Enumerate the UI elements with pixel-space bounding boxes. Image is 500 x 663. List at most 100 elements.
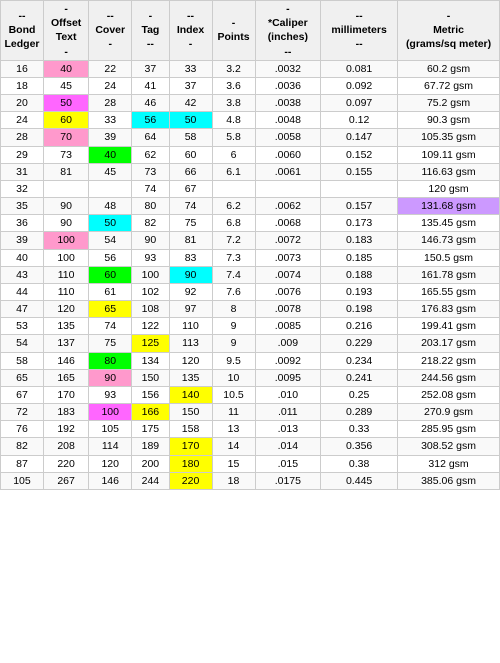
table-row: 54137751251139.0090.229203.17 gsm [1, 335, 500, 352]
cell-cover: 22 [89, 60, 132, 77]
cell-metric: 203.17 gsm [398, 335, 500, 352]
cell-caliper: .0076 [255, 283, 321, 300]
cell-caliper: .0062 [255, 198, 321, 215]
cell-points: 7.2 [212, 232, 255, 249]
cell-index: 150 [169, 404, 212, 421]
cell-caliper: .0060 [255, 146, 321, 163]
cell-index: 60 [169, 146, 212, 163]
cell-bond: 76 [1, 421, 44, 438]
cell-cover: 93 [89, 386, 132, 403]
cell-offset: 146 [43, 352, 88, 369]
cell-cover: 65 [89, 301, 132, 318]
cell-bond: 36 [1, 215, 44, 232]
cell-tag: 200 [132, 455, 169, 472]
cell-offset: 60 [43, 112, 88, 129]
table-row: 401005693837.3.00730.185150.5 gsm [1, 249, 500, 266]
cell-offset: 137 [43, 335, 88, 352]
cell-cover: 54 [89, 232, 132, 249]
cell-bond: 28 [1, 129, 44, 146]
table-row: 7218310016615011.0110.289270.9 gsm [1, 404, 500, 421]
cell-bond: 105 [1, 472, 44, 489]
cell-mm: 0.188 [321, 266, 398, 283]
cell-points: 6.2 [212, 198, 255, 215]
cell-index: 37 [169, 77, 212, 94]
cell-metric: 385.06 gsm [398, 472, 500, 489]
cell-mm: 0.241 [321, 369, 398, 386]
cell-caliper: .0048 [255, 112, 321, 129]
cell-mm: 0.157 [321, 198, 398, 215]
cell-points: 9 [212, 335, 255, 352]
cell-mm [321, 180, 398, 197]
cell-cover: 24 [89, 77, 132, 94]
cell-mm: 0.147 [321, 129, 398, 146]
cell-offset: 90 [43, 215, 88, 232]
cell-mm: 0.229 [321, 335, 398, 352]
cell-cover: 80 [89, 352, 132, 369]
cell-points: 7.3 [212, 249, 255, 266]
cell-bond: 32 [1, 180, 44, 197]
cell-mm: 0.25 [321, 386, 398, 403]
cell-caliper: .0078 [255, 301, 321, 318]
table-row: 53135741221109.00850.216199.41 gsm [1, 318, 500, 335]
cell-offset: 208 [43, 438, 88, 455]
cell-offset: 110 [43, 283, 88, 300]
cell-points: 7.6 [212, 283, 255, 300]
cell-caliper: .011 [255, 404, 321, 421]
cell-cover: 120 [89, 455, 132, 472]
cell-offset: 73 [43, 146, 88, 163]
cell-offset: 165 [43, 369, 88, 386]
table-row: 327467120 gsm [1, 180, 500, 197]
cell-mm: 0.33 [321, 421, 398, 438]
table-row: 20502846423.8.00380.09775.2 gsm [1, 95, 500, 112]
cell-tag: 74 [132, 180, 169, 197]
cell-points: 18 [212, 472, 255, 489]
cell-index: 74 [169, 198, 212, 215]
table-row: 29734062606.00600.152109.11 gsm [1, 146, 500, 163]
cell-mm: 0.216 [321, 318, 398, 335]
cell-index: 97 [169, 301, 212, 318]
cell-caliper: .0072 [255, 232, 321, 249]
cell-index: 75 [169, 215, 212, 232]
cell-points: 5.8 [212, 129, 255, 146]
cell-index: 113 [169, 335, 212, 352]
cell-cover: 75 [89, 335, 132, 352]
table-row: 10526714624422018.01750.445385.06 gsm [1, 472, 500, 489]
cell-bond: 18 [1, 77, 44, 94]
cell-bond: 87 [1, 455, 44, 472]
cell-caliper: .0074 [255, 266, 321, 283]
cell-mm: 0.289 [321, 404, 398, 421]
cell-points: 9.5 [212, 352, 255, 369]
cell-caliper: .0038 [255, 95, 321, 112]
cell-points: 9 [212, 318, 255, 335]
table-row: 4712065108978.00780.198176.83 gsm [1, 301, 500, 318]
cell-points: 4.8 [212, 112, 255, 129]
cell-caliper: .010 [255, 386, 321, 403]
cell-index: 120 [169, 352, 212, 369]
table-row: 8722012020018015.0150.38312 gsm [1, 455, 500, 472]
cell-tag: 102 [132, 283, 169, 300]
cell-bond: 65 [1, 369, 44, 386]
cell-metric: 161.78 gsm [398, 266, 500, 283]
cell-bond: 40 [1, 249, 44, 266]
cell-index: 83 [169, 249, 212, 266]
cell-mm: 0.445 [321, 472, 398, 489]
cell-metric: 120 gsm [398, 180, 500, 197]
cell-cover: 33 [89, 112, 132, 129]
cell-caliper: .0175 [255, 472, 321, 489]
cell-caliper: .0061 [255, 163, 321, 180]
cell-cover: 39 [89, 129, 132, 146]
cell-cover: 105 [89, 421, 132, 438]
table-row: 28703964585.8.00580.147105.35 gsm [1, 129, 500, 146]
cell-tag: 80 [132, 198, 169, 215]
cell-tag: 108 [132, 301, 169, 318]
cell-index: 33 [169, 60, 212, 77]
cell-metric: 218.22 gsm [398, 352, 500, 369]
cell-index: 50 [169, 112, 212, 129]
cell-cover: 114 [89, 438, 132, 455]
cell-metric: 312 gsm [398, 455, 500, 472]
header-metric: -Metric(grams/sq meter) [398, 1, 500, 61]
cell-metric: 285.95 gsm [398, 421, 500, 438]
cell-tag: 156 [132, 386, 169, 403]
cell-metric: 135.45 gsm [398, 215, 500, 232]
cell-caliper: .009 [255, 335, 321, 352]
